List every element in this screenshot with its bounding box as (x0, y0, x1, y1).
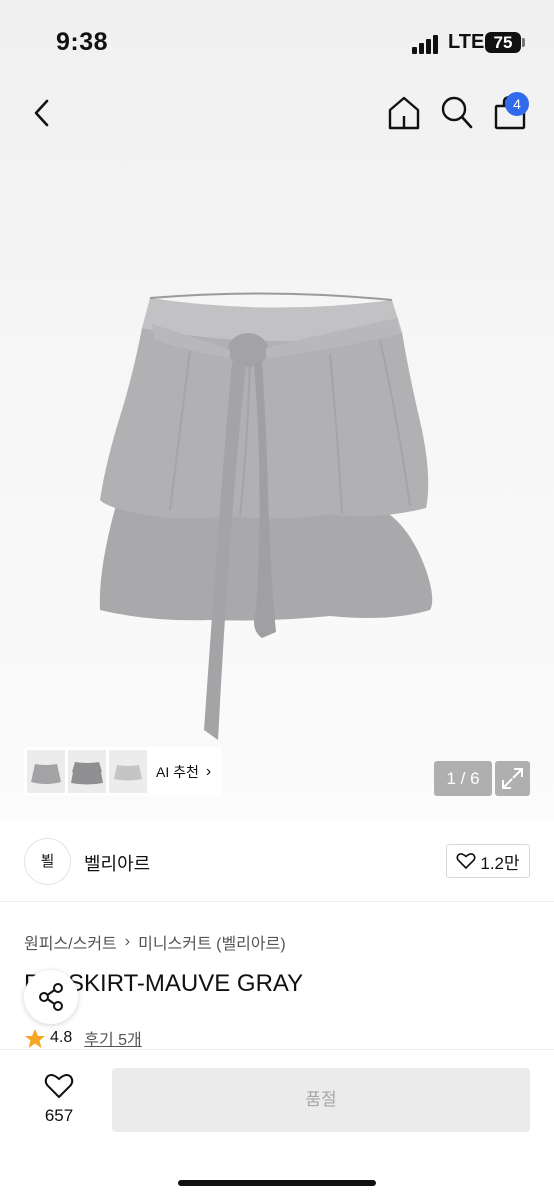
wishlist-count: 657 (44, 1106, 74, 1125)
status-time: 9:38 (56, 28, 109, 56)
brand-like-count: 1.2만 (480, 853, 520, 873)
share-button[interactable] (24, 970, 78, 1024)
image-page-indicator: 1 / 6 (434, 761, 492, 796)
status-bar: 9:38 LTE 75 (0, 0, 554, 88)
heart-icon[interactable] (44, 1072, 74, 1100)
chevron-right-icon: › (205, 762, 212, 780)
rating-value: 4.8 (50, 1029, 73, 1046)
rating-row: 4.8 후기 5개 (24, 1026, 142, 1050)
product-image[interactable] (80, 270, 474, 750)
breadcrumb: 원피스/스커트 › 미니스커트 (벨리아르) (24, 930, 286, 954)
heart-icon (456, 853, 476, 870)
cart-count-badge: 4 (505, 92, 529, 116)
brand-name[interactable]: 벨리아르 (84, 850, 150, 876)
star-icon (25, 1028, 45, 1048)
thumbnail-2[interactable] (68, 750, 106, 793)
brand-like-button[interactable]: 1.2만 (446, 844, 530, 878)
battery-icon: 75 (485, 32, 521, 53)
breadcrumb-subcategory[interactable]: 미니스커트 (벨리아르) (138, 930, 286, 954)
signal-icon (412, 34, 440, 54)
bottom-purchase-bar: 657 품절 (0, 1049, 554, 1200)
expand-icon[interactable] (495, 761, 530, 796)
network-label: LTE (448, 31, 485, 53)
back-arrow-icon[interactable] (26, 96, 60, 130)
breadcrumb-category[interactable]: 원피스/스커트 (24, 930, 117, 954)
home-icon[interactable] (386, 94, 422, 132)
chevron-right-icon: › (124, 933, 131, 950)
thumbnail-3[interactable] (109, 750, 147, 793)
product-gallery[interactable]: 9:38 LTE 75 4 AI 추천 › 1 / 6 (0, 0, 554, 820)
soldout-button[interactable]: 품절 (112, 1068, 530, 1132)
brand-row[interactable]: 뵐 벨리아르 1.2만 (0, 820, 554, 902)
search-icon[interactable] (440, 95, 474, 131)
battery-tip (522, 38, 525, 47)
home-indicator (178, 1180, 376, 1186)
share-icon (39, 983, 63, 1011)
thumbnail-strip[interactable]: AI 추천 › (24, 747, 222, 796)
thumbnail-1[interactable] (27, 750, 65, 793)
review-link[interactable]: 후기 5개 (84, 1026, 142, 1050)
ai-recommend-link[interactable]: AI 추천 (156, 762, 199, 782)
brand-logo[interactable]: 뵐 (24, 838, 71, 885)
